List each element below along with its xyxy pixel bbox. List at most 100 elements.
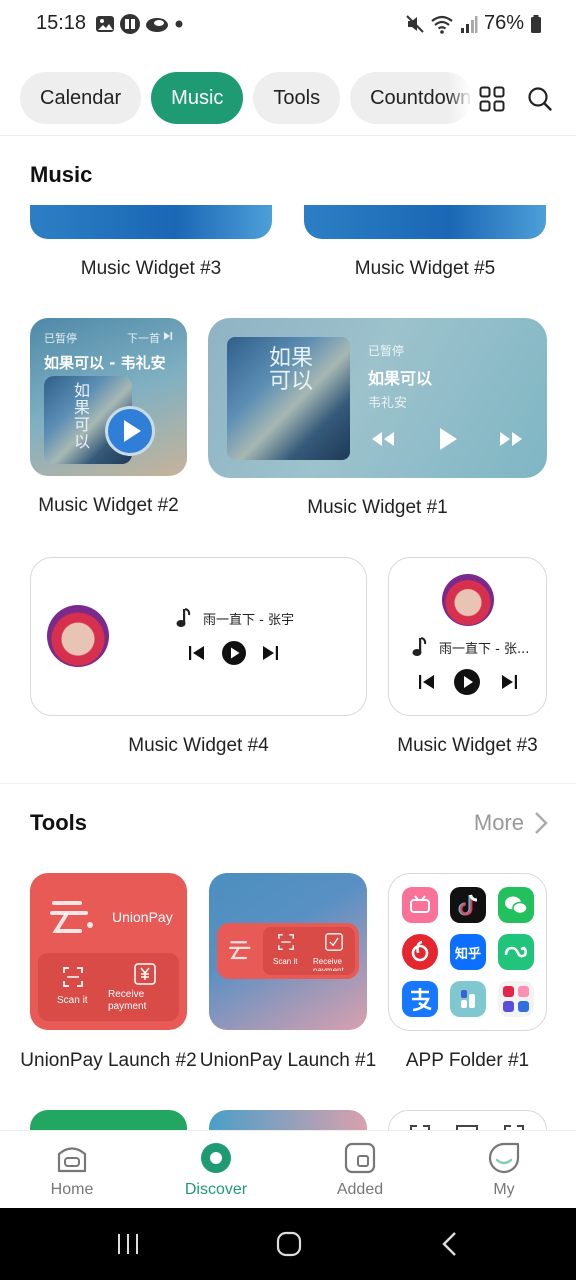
tools-section-title: Tools bbox=[30, 810, 88, 835]
signal-icon bbox=[460, 15, 478, 33]
tool-widget-peek-2[interactable] bbox=[209, 1110, 367, 1130]
nav-added[interactable]: Added bbox=[288, 1131, 432, 1199]
play-icon[interactable] bbox=[453, 668, 481, 696]
added-icon bbox=[344, 1142, 376, 1174]
cloud-notification-icon bbox=[146, 18, 168, 32]
tool-widget-peek-1[interactable] bbox=[30, 1110, 187, 1130]
music-note-icon bbox=[412, 637, 427, 656]
play-icon[interactable] bbox=[221, 640, 247, 666]
widget2-song: 如果可以 - 韦礼安 bbox=[44, 354, 166, 372]
home-icon bbox=[57, 1147, 87, 1173]
unionpay-cloud-icon bbox=[229, 941, 251, 960]
previous-icon[interactable] bbox=[188, 645, 206, 661]
unionpay-launch-2-label: UnionPay Launch #2 bbox=[20, 1050, 197, 1071]
rewind-icon[interactable] bbox=[370, 430, 396, 448]
more-link[interactable]: More bbox=[474, 810, 548, 836]
widget3-track: 雨一直下 - 张... bbox=[439, 642, 530, 657]
fast-forward-icon[interactable] bbox=[498, 430, 524, 448]
nav-my[interactable]: My bbox=[432, 1131, 576, 1199]
app-dots-icon bbox=[450, 981, 486, 1017]
grid-view-icon[interactable] bbox=[479, 86, 505, 112]
wifi-icon bbox=[431, 15, 453, 34]
unionpay-cloud-icon bbox=[50, 901, 93, 933]
unionpay1-actions: Scan it Receive payment bbox=[263, 927, 355, 975]
gallery-icon bbox=[96, 16, 114, 32]
receive-payment-icon[interactable] bbox=[325, 933, 343, 951]
widget1-artist: 韦礼安 bbox=[368, 396, 408, 411]
next-icon[interactable] bbox=[261, 645, 279, 661]
music-widget-3-label: Music Widget #3 bbox=[80, 258, 222, 279]
bottom-nav: Home Discover Added My bbox=[0, 1130, 576, 1208]
status-time: 15:18 bbox=[36, 12, 87, 34]
search-icon[interactable] bbox=[527, 86, 553, 112]
previous-icon[interactable] bbox=[418, 674, 436, 690]
mute-icon bbox=[406, 14, 424, 33]
app-cloud-icon bbox=[498, 934, 534, 970]
unionpay-launch-2-preview[interactable]: UnionPay Scan it Receive payment bbox=[30, 873, 187, 1030]
music-widget-3-small-preview[interactable]: 雨一直下 - 张... bbox=[388, 557, 547, 716]
home-button-icon[interactable] bbox=[276, 1231, 302, 1257]
next-icon[interactable] bbox=[500, 674, 518, 690]
music-widget-1-label: Music Widget #1 bbox=[307, 497, 448, 518]
battery-percent: 76% bbox=[483, 12, 524, 34]
widget2-paused: 已暂停 bbox=[44, 332, 77, 345]
tab-countdown[interactable]: Countdown bbox=[350, 72, 473, 124]
unionpay1-panel: Scan it Receive payment bbox=[217, 923, 359, 979]
douyin-icon bbox=[450, 887, 486, 923]
more-label: More bbox=[473, 810, 524, 835]
back-icon[interactable] bbox=[440, 1231, 460, 1257]
music-widget-3-small-label: Music Widget #3 bbox=[397, 735, 538, 756]
nav-discover[interactable]: Discover bbox=[144, 1131, 288, 1199]
music-widget-1-preview[interactable]: 如果可以 已暂停 如果可以 韦礼安 bbox=[208, 318, 547, 478]
play-icon bbox=[124, 420, 141, 442]
music-widget-4-preview[interactable]: 雨一直下 - 张宇 bbox=[30, 557, 367, 716]
tool-widget-peek-3[interactable] bbox=[388, 1110, 547, 1130]
unionpay-launch-1-preview[interactable]: Scan it Receive payment bbox=[209, 873, 367, 1030]
app-notification-icon bbox=[120, 14, 140, 34]
widget2-next: 下一首 bbox=[127, 332, 160, 345]
tab-tools[interactable]: Tools bbox=[253, 72, 341, 124]
music-widget-2-label: Music Widget #2 bbox=[38, 495, 179, 516]
app-folder-1-preview[interactable]: 知乎 bbox=[388, 873, 547, 1031]
widget1-art-text: 如果可以 bbox=[269, 346, 314, 394]
music-section-title: Music bbox=[30, 162, 93, 187]
widget1-album-art: 如果可以 bbox=[227, 337, 350, 460]
scan-icon[interactable] bbox=[63, 967, 83, 987]
qr-scan-icons bbox=[410, 1125, 524, 1130]
widget2-play-button[interactable] bbox=[105, 406, 155, 456]
netease-music-icon bbox=[402, 934, 438, 970]
status-notification-icons bbox=[95, 13, 185, 35]
tab-calendar[interactable]: Calendar bbox=[20, 72, 142, 124]
widget4-avatar bbox=[47, 605, 109, 667]
dot-icon bbox=[175, 20, 183, 28]
scan-icon[interactable] bbox=[277, 934, 295, 950]
widget1-paused: 已暂停 bbox=[368, 344, 405, 358]
receive-payment-icon[interactable] bbox=[134, 963, 156, 985]
discover-icon bbox=[201, 1143, 231, 1173]
recent-apps-icon[interactable] bbox=[116, 1232, 140, 1256]
unionpay1-receive-label: Receive payment bbox=[313, 957, 344, 971]
music-widget-2-preview[interactable]: 已暂停 下一首 如果可以 - 韦礼安 如果可以 bbox=[30, 318, 187, 476]
music-widget-3-preview[interactable] bbox=[30, 205, 272, 239]
bilibili-icon bbox=[402, 887, 438, 923]
unionpay-receive-label: Receive payment bbox=[108, 989, 147, 1012]
widget3-avatar bbox=[442, 574, 494, 626]
unionpay-actions-panel: Scan it Receive payment bbox=[38, 953, 179, 1021]
unionpay1-scan-label: Scan it bbox=[273, 957, 298, 966]
unionpay-brand: UnionPay bbox=[112, 909, 173, 925]
music-widget-5-preview[interactable] bbox=[304, 205, 546, 239]
zhihu-icon: 知乎 bbox=[450, 934, 486, 970]
tab-music[interactable]: Music bbox=[151, 72, 244, 124]
music-widget-5-label: Music Widget #5 bbox=[354, 258, 496, 279]
play-icon[interactable] bbox=[437, 426, 459, 452]
unionpay-launch-1-label: UnionPay Launch #1 bbox=[199, 1050, 377, 1071]
widget4-track: 雨一直下 - 张宇 bbox=[203, 613, 294, 628]
wechat-icon bbox=[498, 887, 534, 923]
widget1-song: 如果可以 bbox=[368, 369, 433, 388]
alipay-icon bbox=[402, 981, 438, 1017]
nav-added-label: Added bbox=[336, 1181, 384, 1198]
nav-home[interactable]: Home bbox=[0, 1131, 144, 1199]
system-nav-bar bbox=[0, 1208, 576, 1280]
music-note-icon bbox=[176, 608, 191, 627]
status-right: 76% bbox=[406, 12, 542, 35]
